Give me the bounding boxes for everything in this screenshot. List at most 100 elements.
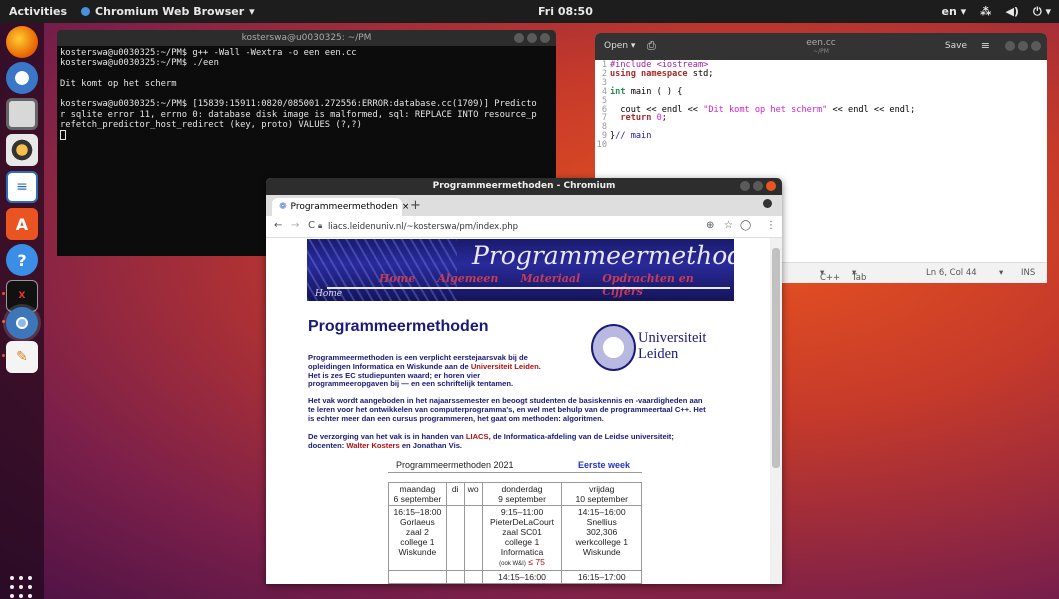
empty-cell — [463, 570, 483, 584]
address-bar[interactable]: liacs.leidenuniv.nl/~kosterswa/pm/index.… — [328, 222, 518, 232]
minimize-button[interactable] — [740, 181, 750, 191]
profile-icon[interactable]: ◯ — [740, 220, 751, 231]
chevron-down-icon: ▾ — [249, 5, 255, 18]
close-button[interactable] — [1031, 41, 1041, 51]
nav-opdrachten[interactable]: Opdrachten en Cijfers — [602, 272, 734, 298]
terminal-titlebar[interactable]: kosterswa@u0030325: ~/PM — [57, 30, 556, 46]
save-button[interactable]: Save — [945, 41, 967, 51]
maximize-button[interactable] — [1018, 41, 1028, 51]
clock[interactable]: Fri 08:50 — [538, 5, 593, 18]
cell-line: 9:15–11:00 — [500, 507, 544, 517]
leiden-seal-icon[interactable] — [591, 324, 636, 371]
libreoffice-writer-icon[interactable]: ≡ — [6, 171, 38, 203]
schedule: Programmeermethoden 2021 Eerste week maa… — [388, 458, 642, 584]
chromium-titlebar[interactable]: Programmeermethoden - Chromium — [266, 178, 782, 195]
running-indicator — [2, 320, 5, 323]
tab-width-selector[interactable]: Tab Width: 4 ▾ — [852, 268, 866, 283]
text-fragment: docenten: — [308, 440, 347, 450]
firefox-icon[interactable] — [6, 26, 38, 58]
code-editor[interactable]: 1 #include <iostream> 2 using namespace st… — [595, 60, 1047, 150]
text-line: docenten: Walter Kosters en Jonathan Vis… — [308, 440, 674, 451]
tab-programmeermethoden[interactable]: ❁ Programmeermethoden × — [272, 198, 409, 216]
cell-line: werkcollege 1 — [575, 537, 628, 547]
hamburger-menu-icon[interactable]: ≡ — [981, 39, 990, 52]
cursor-position[interactable]: Ln 6, Col 44 — [926, 268, 977, 278]
staff-paragraph: De verzorging van het vak is in handen v… — [308, 432, 674, 451]
filename: een.cc — [806, 38, 836, 48]
software-center-icon[interactable]: A — [6, 208, 38, 240]
capacity-label: ≤ 75 — [528, 557, 545, 567]
chromium-icon[interactable] — [6, 307, 38, 339]
top-bar: Activities Chromium Web Browser ▾ Fri 08… — [0, 0, 1059, 23]
close-tab-icon[interactable]: × — [402, 202, 410, 212]
files-icon[interactable] — [6, 98, 38, 130]
show-applications-button[interactable] — [10, 576, 34, 599]
maximize-button[interactable] — [753, 181, 763, 191]
page-scrollbar[interactable] — [770, 238, 782, 584]
week-link[interactable]: Eerste week — [578, 460, 630, 470]
cell-line: 16:15–18:00 — [393, 507, 442, 517]
day-date: 10 september — [575, 494, 628, 504]
system-tray[interactable]: en ▾ ⁂ ◀) ⏻ ▾ — [942, 5, 1051, 19]
code-line: 9}// main — [601, 131, 652, 142]
tab-search-icon[interactable] — [763, 199, 772, 208]
walter-kosters-link[interactable]: Walter Kosters — [346, 441, 399, 450]
nav-home[interactable]: Home — [379, 272, 415, 298]
gedit-icon[interactable]: ✎ — [6, 341, 38, 373]
close-button[interactable] — [766, 181, 776, 191]
insert-mode[interactable]: INS — [1021, 268, 1035, 278]
cell-line: 302,306 — [586, 527, 618, 537]
kebab-menu-icon[interactable]: ⋮ — [766, 220, 776, 231]
description-paragraph: Het vak wordt aangeboden in het najaarss… — [308, 396, 706, 423]
cell-line: Snellius — [586, 517, 617, 527]
minimize-button[interactable] — [1005, 41, 1015, 51]
day-header: di — [445, 482, 465, 506]
close-button[interactable] — [540, 33, 550, 43]
terminal-title: kosterswa@u0030325: ~/PM — [241, 33, 372, 43]
day-header: donderdag 9 september — [481, 482, 563, 506]
cell-line: Wiskunde — [398, 547, 437, 557]
liacs-link[interactable]: LIACS — [466, 432, 489, 441]
rhythmbox-icon[interactable] — [6, 134, 38, 166]
gedit-headerbar[interactable]: Open ▾ ⎙ een.cc ~/PM Save ≡ — [595, 33, 1047, 60]
maximize-button[interactable] — [527, 33, 537, 43]
terminal-output[interactable]: kosterswa@u0030325:~/PM$ g++ -Wall -Wext… — [57, 46, 556, 143]
nav-algemeen[interactable]: Algemeen — [437, 272, 498, 298]
chromium-icon — [81, 7, 91, 16]
back-icon[interactable]: ← — [274, 220, 282, 231]
cell-line: Wiskunde — [582, 547, 621, 557]
browser-toolbar: ← → C 🔒︎ liacs.leidenuniv.nl/~kosterswa/… — [266, 216, 782, 238]
day-name: di — [451, 484, 459, 494]
terminal-cursor — [60, 130, 66, 141]
scrollbar-thumb[interactable] — [772, 248, 780, 468]
chevron-down-icon[interactable]: ▾ — [999, 268, 1003, 278]
universiteit-leiden-link[interactable]: Universiteit Leiden — [471, 362, 539, 371]
table-row: 14:15–16:00 16:15–17:00 — [388, 570, 642, 584]
schedule-caption: Programmeermethoden 2021 Eerste week — [388, 458, 642, 473]
file-path: ~/PM — [813, 48, 829, 55]
minimize-button[interactable] — [514, 33, 524, 43]
language-indicator[interactable]: en ▾ — [942, 5, 967, 18]
day-header: maandag 6 september — [388, 482, 447, 506]
bookmark-star-icon[interactable]: ☆ — [724, 220, 733, 231]
app-menu[interactable]: Chromium Web Browser ▾ — [81, 5, 255, 18]
tab-title: Programmeermethoden — [290, 202, 398, 212]
zoom-icon[interactable]: ⊕ — [706, 220, 714, 231]
dock: ≡ A ? X ✎ — [0, 23, 44, 599]
lock-icon[interactable]: 🔒︎ — [318, 221, 322, 231]
reload-icon[interactable]: C — [308, 220, 315, 231]
forward-icon[interactable]: → — [291, 220, 299, 231]
language-selector[interactable]: C++ ▾ — [820, 268, 840, 283]
chromium-window[interactable]: Programmeermethoden - Chromium ❁ Program… — [266, 178, 782, 584]
terminal-line: refetch_predictor_host_redirect (key, pr… — [60, 120, 362, 131]
cell-line: (ook W&I) ≤ 75 — [485, 557, 560, 569]
nav-materiaal[interactable]: Materiaal — [520, 272, 580, 298]
activities-button[interactable]: Activities — [9, 5, 67, 18]
new-tab-button[interactable]: + — [410, 198, 421, 213]
help-icon[interactable]: ? — [6, 244, 38, 276]
university-logo-text[interactable]: Universiteit Leiden — [638, 330, 706, 362]
lecture-cell: 16:15–18:00 Gorlaeus zaal 2 college 1 Wi… — [388, 505, 447, 571]
lecture-cell: 14:15–16:00 — [481, 570, 563, 584]
thunderbird-icon[interactable] — [6, 62, 38, 94]
cell-line: college 1 — [504, 537, 540, 547]
